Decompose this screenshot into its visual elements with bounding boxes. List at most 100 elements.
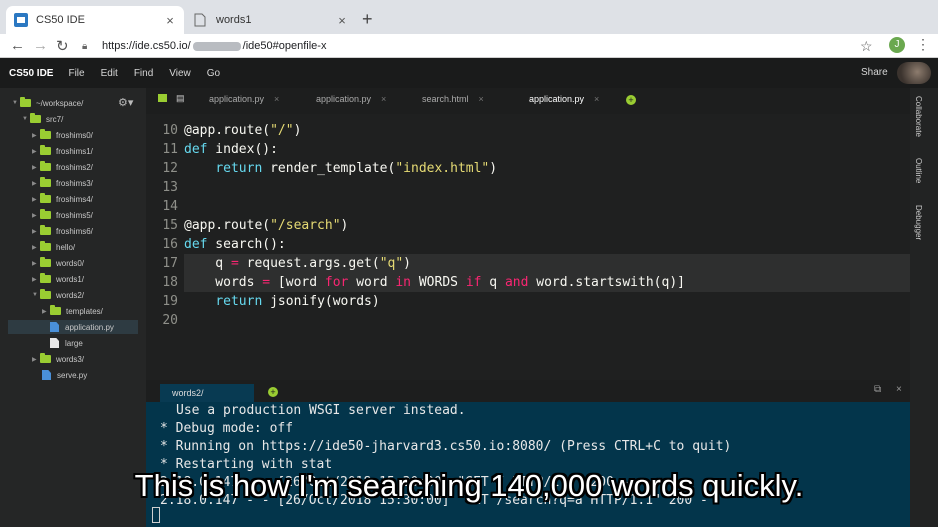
terminal-tab[interactable]: words2/ × xyxy=(160,384,276,402)
close-icon[interactable]: × xyxy=(274,94,279,104)
folder-icon xyxy=(30,113,41,123)
close-tab-icon[interactable]: × xyxy=(162,13,178,28)
close-tab-icon[interactable]: × xyxy=(334,13,350,28)
tree-item-label: ~/workspace/ xyxy=(36,98,84,108)
tree-item[interactable]: ▶ froshims0/ xyxy=(32,128,93,142)
debugger-panel-tab[interactable]: Debugger xyxy=(914,205,923,240)
tree-item[interactable]: ▶ froshims5/ xyxy=(32,208,93,222)
ide-menubar: CS50 IDE File Edit Find View Go xyxy=(0,58,938,88)
user-avatar[interactable] xyxy=(897,62,931,84)
chevron-right-icon: ▶ xyxy=(32,228,37,235)
code-line: def search(): xyxy=(184,237,286,252)
tree-item[interactable]: ▶ froshims4/ xyxy=(32,192,93,206)
python-file-icon xyxy=(42,370,51,380)
browser-tab-title: CS50 IDE xyxy=(36,14,85,26)
tree-item[interactable]: ▶ hello/ xyxy=(32,240,75,254)
new-tab-button[interactable]: + xyxy=(362,9,373,30)
menu-view[interactable]: View xyxy=(169,68,191,79)
close-icon[interactable]: × xyxy=(381,94,386,104)
code-line: return render_template("index.html") xyxy=(215,161,498,176)
profile-avatar[interactable]: J xyxy=(889,37,905,53)
terminal-line: Use a production WSGI server instead. xyxy=(176,403,466,418)
browser-tab-cs50-ide[interactable]: CS50 IDE × xyxy=(6,6,184,34)
tree-item-selected[interactable]: application.py xyxy=(8,320,138,334)
add-tab-icon[interactable]: + xyxy=(626,95,636,105)
folder-icon[interactable] xyxy=(158,94,167,102)
tree-item[interactable]: ▶ templates/ xyxy=(42,304,103,318)
chevron-right-icon: ▶ xyxy=(32,276,37,283)
line-number: 12 xyxy=(162,161,178,176)
terminal-line: * Running on https://ide50-jharvard3.cs5… xyxy=(160,439,732,454)
chevron-right-icon: ▶ xyxy=(32,356,37,363)
tree-item[interactable]: serve.py xyxy=(42,368,87,382)
editor-tab-active[interactable]: application.py × xyxy=(529,94,599,104)
folder-icon xyxy=(40,129,51,139)
close-panel-icon[interactable]: × xyxy=(896,384,902,395)
tree-item[interactable]: ▼ ~/workspace/ xyxy=(12,96,83,110)
editor-tab-label: application.py xyxy=(529,94,585,104)
editor-tab-bar: ▤ application.py × application.py × search… xyxy=(146,88,910,114)
back-arrow-icon[interactable]: ← xyxy=(10,37,25,54)
chevron-right-icon: ▶ xyxy=(32,196,37,203)
line-number: 14 xyxy=(162,199,178,214)
menu-go[interactable]: Go xyxy=(207,68,220,79)
tree-item[interactable]: ▶ froshims2/ xyxy=(32,160,93,174)
terminal-output[interactable]: Use a production WSGI server instead. * … xyxy=(146,402,910,527)
bookmark-star-icon[interactable]: ☆ xyxy=(860,38,873,55)
line-number: 11 xyxy=(162,142,178,157)
editor-tab[interactable]: application.py × xyxy=(316,94,386,104)
chevron-right-icon: ▶ xyxy=(42,308,47,315)
tree-item[interactable]: ▶ froshims1/ xyxy=(32,144,93,158)
tree-item[interactable]: large xyxy=(50,336,83,350)
tree-item-label: words3/ xyxy=(56,354,85,364)
code-line: return jsonify(words) xyxy=(215,294,380,309)
browser-tab-title: words1 xyxy=(216,14,252,26)
close-icon[interactable]: × xyxy=(594,94,599,104)
chevron-down-icon: ▼ xyxy=(22,116,28,122)
url-field[interactable]: 🔒︎ https://ide.cs50.io/ /ide50#openfile-… xyxy=(82,37,872,55)
tab-list-icon[interactable]: ▤ xyxy=(176,93,185,104)
tree-item[interactable]: ▶ words1/ xyxy=(32,272,84,286)
reload-icon[interactable]: ↻ xyxy=(56,37,69,55)
file-tree: ⚙▾ ▼ ~/workspace/ ▼ src7/ ▶ froshims0/ ▶ fro… xyxy=(0,88,146,527)
terminal-tab-label: words2/ xyxy=(172,388,204,398)
cs50-favicon-icon xyxy=(14,13,28,27)
collaborate-panel-tab[interactable]: Collaborate xyxy=(914,96,923,137)
code-line: @app.route("/") xyxy=(184,123,302,138)
chevron-right-icon: ▶ xyxy=(32,260,37,267)
browser-menu-icon[interactable]: ⋮ xyxy=(916,36,930,53)
lock-icon: 🔒︎ xyxy=(82,40,88,52)
tree-item[interactable]: ▶ words0/ xyxy=(32,256,84,270)
tree-item-label: froshims6/ xyxy=(56,226,93,236)
tree-item-label: large xyxy=(65,338,83,348)
tree-item[interactable]: ▶ froshims6/ xyxy=(32,224,93,238)
document-favicon-icon xyxy=(194,13,208,27)
maximize-icon[interactable]: ⧉ xyxy=(874,384,881,395)
tree-item[interactable]: ▼ src7/ xyxy=(22,112,63,126)
file-icon xyxy=(50,338,59,348)
close-icon[interactable]: × xyxy=(479,94,484,104)
forward-arrow-icon[interactable]: → xyxy=(33,37,48,54)
share-button[interactable]: Share xyxy=(861,67,888,78)
editor-tab-label: application.py xyxy=(209,94,265,104)
folder-icon xyxy=(40,177,51,187)
menu-edit[interactable]: Edit xyxy=(101,68,118,79)
code-editor[interactable]: 10 11 12 13 14 15 16 17 18 19 20 @app.ro… xyxy=(146,114,910,380)
menu-file[interactable]: File xyxy=(68,68,84,79)
editor-tab[interactable]: search.html × xyxy=(422,94,484,104)
tree-item[interactable]: ▶ words3/ xyxy=(32,352,84,366)
editor-tab[interactable]: application.py × xyxy=(209,94,279,104)
tree-item-label: froshims1/ xyxy=(56,146,93,156)
menu-find[interactable]: Find xyxy=(134,68,153,79)
add-terminal-icon[interactable]: + xyxy=(268,387,278,397)
gear-icon[interactable]: ⚙▾ xyxy=(118,96,133,109)
video-caption: This is how I'm searching 140,000 words … xyxy=(134,468,804,503)
tree-item-label: froshims4/ xyxy=(56,194,93,204)
folder-icon xyxy=(40,225,51,235)
terminal-tab-bar: words2/ × + ⧉ × xyxy=(146,380,910,402)
outline-panel-tab[interactable]: Outline xyxy=(914,158,923,183)
browser-tab-words1[interactable]: words1 × xyxy=(186,6,356,34)
line-number: 13 xyxy=(162,180,178,195)
tree-item[interactable]: ▼ words2/ xyxy=(32,288,84,302)
tree-item[interactable]: ▶ froshims3/ xyxy=(32,176,93,190)
